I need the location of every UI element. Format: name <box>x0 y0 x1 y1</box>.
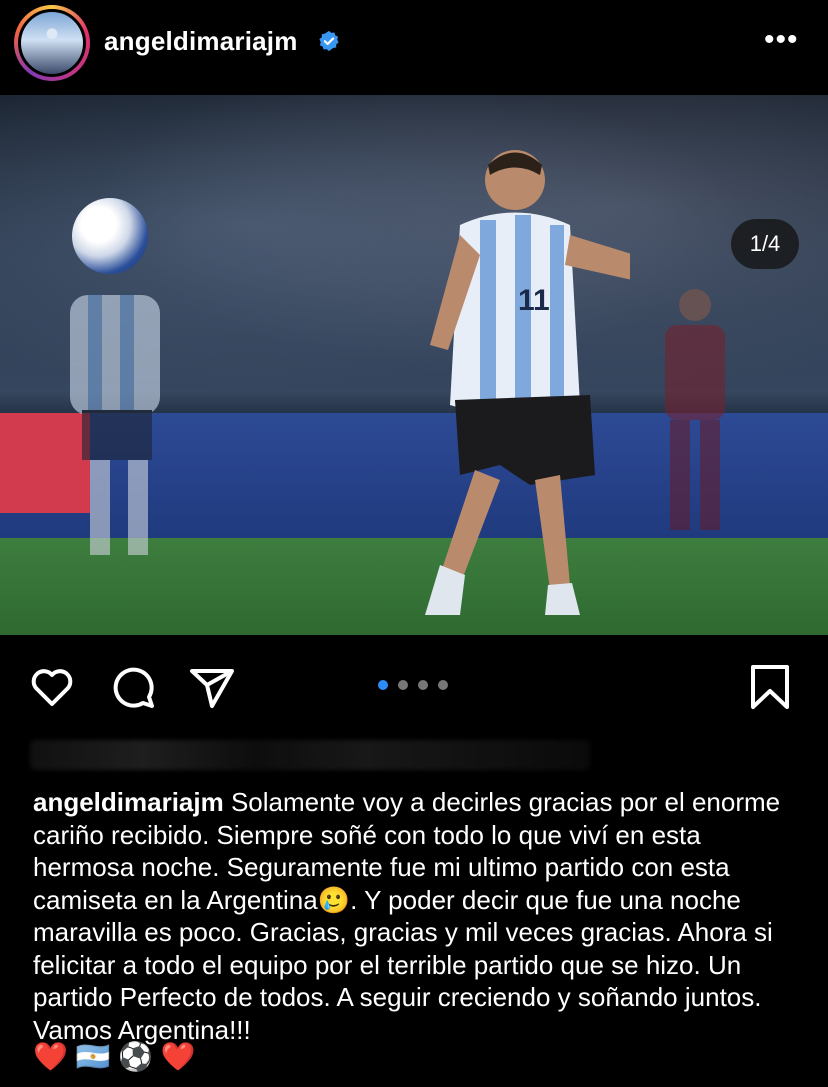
crying-emoji: 🥲 <box>317 884 351 915</box>
blurred-likes-row <box>30 740 590 770</box>
post-header: angeldimariajm ••• <box>0 0 828 95</box>
verified-badge-icon <box>319 30 339 52</box>
caption-emoji-line: ❤️ 🇦🇷 ⚽ ❤️ <box>33 1041 196 1072</box>
background-player <box>70 295 160 555</box>
carousel-dot <box>398 680 408 690</box>
bookmark-icon[interactable] <box>746 663 794 711</box>
caption-username[interactable]: angeldimariajm <box>33 787 224 817</box>
opponent-player <box>665 289 725 530</box>
carousel-dot <box>418 680 428 690</box>
svg-text:11: 11 <box>518 284 550 317</box>
post-photo[interactable]: 11 1/4 <box>0 95 828 635</box>
football <box>72 198 148 274</box>
comment-icon[interactable] <box>109 663 157 711</box>
main-player: 11 <box>425 150 630 615</box>
slide-counter: 1/4 <box>731 219 799 269</box>
carousel-dot <box>438 680 448 690</box>
story-ring[interactable] <box>14 5 90 81</box>
carousel-indicator <box>378 677 458 695</box>
carousel-dot-active <box>378 680 388 690</box>
avatar[interactable] <box>18 9 86 77</box>
more-options-icon[interactable]: ••• <box>764 25 799 55</box>
post-caption: angeldimariajm Solamente voy a decirles … <box>33 786 803 1046</box>
send-icon[interactable] <box>188 663 236 711</box>
post-username[interactable]: angeldimariajm <box>104 26 298 57</box>
heart-icon[interactable] <box>28 663 76 711</box>
